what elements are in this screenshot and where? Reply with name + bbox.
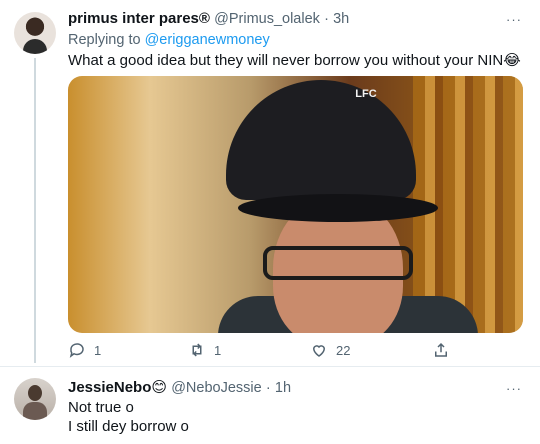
like-button[interactable]: 22 (310, 341, 350, 359)
retweet-button[interactable]: 1 (188, 341, 221, 359)
tweet-actions: 1 1 22 (68, 341, 458, 361)
reply-icon (69, 343, 84, 358)
reply-display-name[interactable]: JessieNebo (68, 379, 151, 396)
separator: · (324, 11, 329, 27)
share-icon (435, 342, 447, 357)
tweet-media-image[interactable]: LFC (68, 76, 523, 333)
reply-count: 1 (94, 342, 102, 358)
tweet-header: primus inter pares® @Primus_olalek · 3h (68, 10, 349, 27)
reply-timestamp[interactable]: 1h (275, 380, 291, 396)
reply-more-icon[interactable]: ··· (506, 381, 522, 396)
handle[interactable]: @Primus_olalek (214, 11, 320, 27)
reply-text-line: Not true o (68, 399, 134, 416)
like-count: 22 (336, 342, 351, 358)
replying-to: Replying to @erigganewmoney (68, 32, 270, 48)
replying-prefix: Replying to (68, 32, 141, 48)
reply-handle[interactable]: @NeboJessie (171, 380, 261, 396)
reply-button[interactable]: 1 (68, 341, 101, 359)
thread-connector-line (34, 58, 36, 363)
reply-avatar[interactable] (14, 378, 56, 420)
retweet-count: 1 (214, 342, 222, 358)
registered-mark-icon: ® (198, 10, 210, 27)
share-button[interactable] (432, 341, 458, 359)
timestamp[interactable]: 3h (333, 11, 349, 27)
more-icon[interactable]: ··· (506, 12, 522, 27)
divider (0, 366, 540, 367)
avatar[interactable] (14, 12, 56, 54)
media-glasses (263, 246, 413, 280)
like-icon (312, 345, 326, 357)
media-cap-brim (238, 194, 438, 222)
retweet-icon (192, 343, 202, 357)
reply-separator: · (265, 380, 271, 396)
reply-text-line: I still dey borrow o (68, 418, 189, 435)
display-name[interactable]: primus inter pares (68, 10, 199, 27)
media-cap-logo: LFC (355, 88, 377, 100)
reply-emoji: 😊 (151, 379, 168, 396)
tweet-text: What a good idea but they will never bor… (68, 52, 521, 69)
reply-header: JessieNebo😊 @NeboJessie · 1h (68, 378, 291, 396)
replying-mention-link[interactable]: @erigganewmoney (145, 32, 270, 48)
